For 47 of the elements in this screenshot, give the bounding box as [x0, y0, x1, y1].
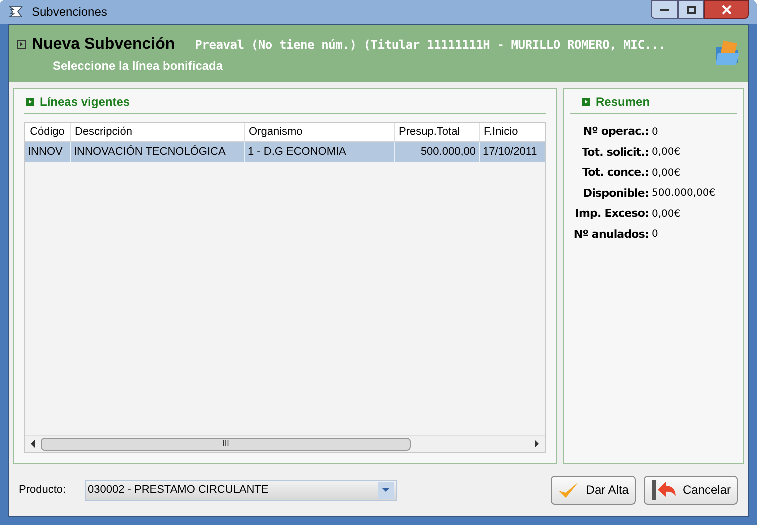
scroll-left-icon[interactable] — [30, 440, 36, 448]
scroll-right-icon[interactable] — [534, 440, 540, 448]
summary-label: Tot. solicit.: — [580, 144, 649, 160]
summary-value: 500.000,00€ — [652, 187, 716, 202]
summary-label: Tot. conce.: — [581, 165, 649, 181]
column-header[interactable]: Código — [25, 123, 71, 141]
cancel-button[interactable]: Cancelar — [644, 476, 738, 504]
header-subtitle: Preaval (No tiene núm.) (Titular 11111111H - MURILLO ROMERO, MIC... — [195, 36, 666, 54]
maximize-button[interactable] — [678, 0, 704, 19]
back-arrow-icon — [650, 479, 677, 501]
summary-label: Nº operac.: — [582, 124, 649, 140]
close-button[interactable] — [704, 0, 749, 19]
table-cell: INNOV — [25, 142, 71, 162]
panel-title: Líneas vigentes — [40, 94, 130, 111]
summary-value: 0,00€ — [652, 166, 681, 181]
minimize-button[interactable] — [651, 0, 678, 19]
table-cell: 1 - D.G ECONOMIA — [245, 142, 395, 162]
dar-alta-button[interactable]: Dar Alta — [551, 476, 636, 504]
app-logo-icon — [8, 6, 24, 18]
checkmark-icon — [558, 480, 580, 500]
summary-label: Imp. Exceso: — [574, 206, 649, 222]
column-header[interactable]: F.Inicio — [480, 123, 545, 141]
folder-icon — [714, 39, 742, 67]
panel-title: Resumen — [596, 94, 650, 111]
close-icon — [722, 4, 732, 14]
producto-label: Producto: — [19, 482, 68, 498]
square-bullet-icon — [26, 98, 34, 106]
table-row[interactable]: INNOV INNOVACIÓN TECNOLÓGICA 1 - D.G ECONOMIA 500.000,00 17/10/2011 — [25, 142, 545, 162]
producto-dropdown[interactable]: 030002 - PRESTAMO CIRCULANTE — [85, 480, 397, 500]
summary-label: Disponible: — [582, 186, 649, 202]
column-header[interactable]: Organismo — [245, 123, 395, 141]
column-header[interactable]: Presup.Total — [395, 123, 480, 141]
table-cell: 17/10/2011 — [480, 142, 545, 162]
summary-value: 0 — [652, 228, 658, 242]
header-instruction: Seleccione la línea bonificada — [53, 58, 224, 74]
summary-value: 0 — [652, 126, 658, 140]
scrollbar-thumb[interactable]: III — [41, 438, 411, 450]
table-cell: INNOVACIÓN TECNOLÓGICA — [71, 142, 245, 162]
window-title: Subvenciones — [32, 4, 108, 21]
header-title: Nueva Subvención — [32, 34, 176, 54]
summary-value: 0,00€ — [652, 208, 681, 222]
square-bullet-icon — [582, 98, 590, 106]
summary-value: 0,00€ — [652, 146, 681, 160]
column-header[interactable]: Descripción — [71, 123, 245, 141]
table-cell: 500.000,00 — [395, 142, 480, 162]
square-bullet-icon — [17, 40, 26, 49]
summary-label: Nº anulados: — [572, 226, 649, 242]
